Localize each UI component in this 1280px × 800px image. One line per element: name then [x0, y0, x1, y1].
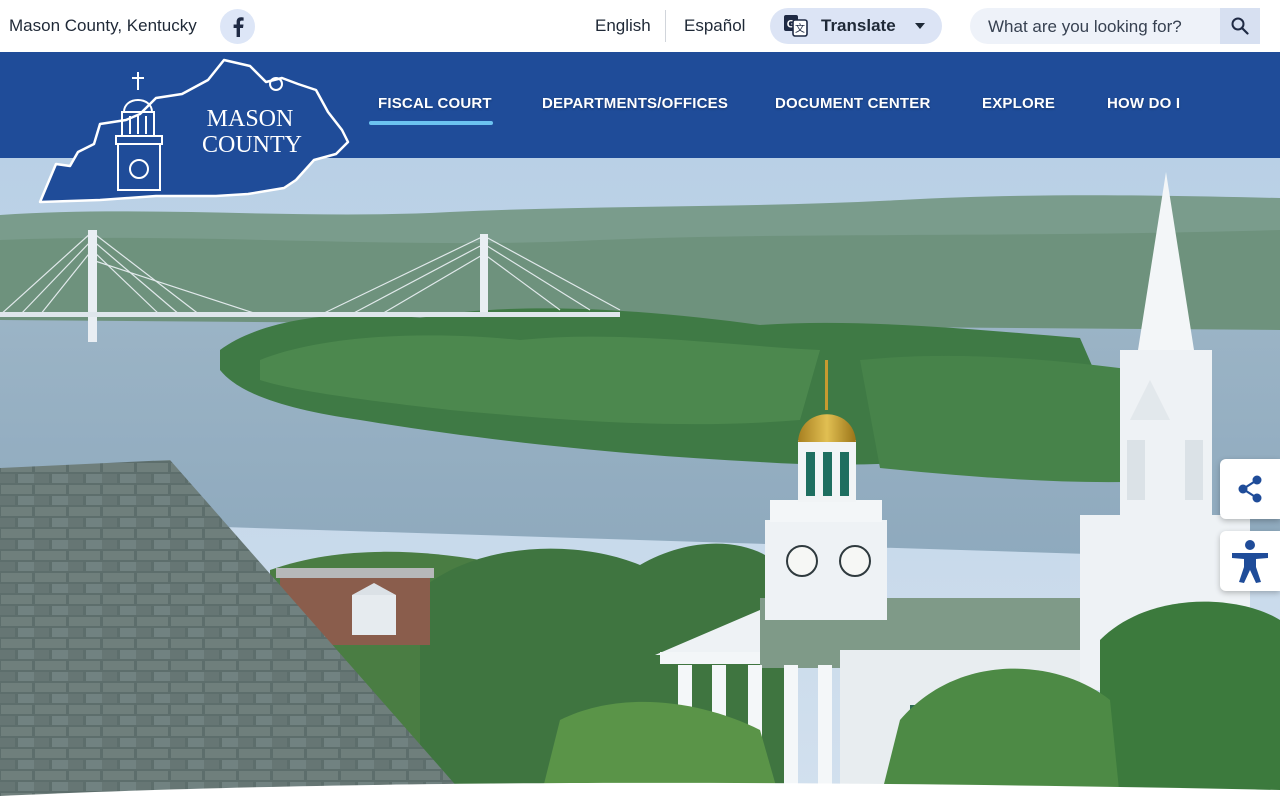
- nav-item-fiscal-court[interactable]: FISCAL COURT: [378, 95, 492, 112]
- logo-line-2: COUNTY: [202, 132, 302, 158]
- nav-item-explore[interactable]: EXPLORE: [982, 95, 1055, 112]
- nav-item-document-center[interactable]: DOCUMENT CENTER: [775, 95, 931, 112]
- language-divider: [665, 10, 666, 42]
- search-icon: [1231, 17, 1249, 35]
- share-icon: [1238, 475, 1262, 503]
- site-name: Mason County, Kentucky: [9, 16, 197, 35]
- nav-active-indicator: [369, 121, 493, 125]
- accessibility-button[interactable]: [1220, 531, 1280, 591]
- translate-label: Translate: [821, 16, 896, 35]
- language-english-link[interactable]: English: [595, 16, 651, 36]
- accessibility-icon: [1232, 540, 1268, 583]
- facebook-icon: [233, 16, 244, 37]
- svg-text:文: 文: [795, 22, 805, 35]
- facebook-link[interactable]: [220, 9, 255, 44]
- search-box: [970, 8, 1260, 46]
- nav-item-departments-offices[interactable]: DEPARTMENTS/OFFICES: [542, 95, 728, 112]
- top-bar: Mason County, Kentucky English Español G…: [0, 0, 1280, 52]
- logo-line-1: MASON: [207, 106, 294, 132]
- caret-down-icon: [914, 23, 925, 29]
- share-button[interactable]: [1220, 459, 1280, 519]
- search-input[interactable]: [970, 8, 1230, 46]
- nav-item-how-do-i[interactable]: HOW DO I: [1107, 95, 1180, 112]
- translate-button[interactable]: G 文 Translate: [770, 8, 942, 44]
- search-button[interactable]: [1220, 8, 1260, 44]
- hero-image: [0, 158, 1280, 800]
- language-spanish-link[interactable]: Español: [684, 16, 745, 36]
- county-logo[interactable]: MASON COUNTY: [36, 54, 354, 206]
- google-translate-icon: G 文: [784, 15, 808, 37]
